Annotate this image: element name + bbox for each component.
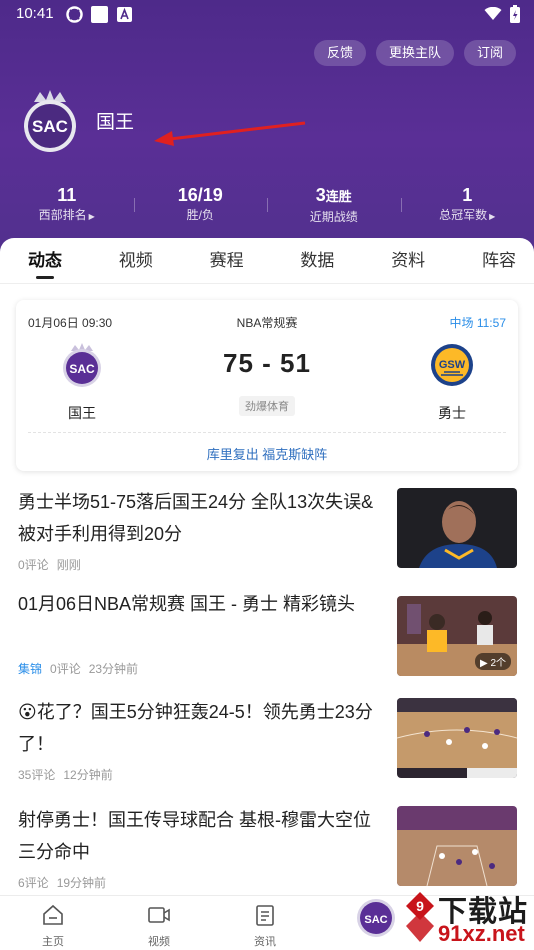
header-actions: 反馈 更换主队 订阅	[313, 40, 516, 66]
nav-label: 视频	[148, 936, 170, 948]
site-watermark: 9 下载站 91xz.net	[404, 888, 534, 950]
subscribe-button[interactable]: 订阅	[463, 40, 516, 66]
home-team-name: 国王	[68, 405, 96, 421]
caret-right-icon: ▶	[489, 212, 496, 221]
video-icon	[148, 907, 170, 923]
team-identity: SAC 国王	[20, 88, 134, 152]
news-icon	[256, 905, 274, 926]
news-thumbnail	[397, 698, 517, 778]
match-headline-link[interactable]: 库里复出 福克斯缺阵	[16, 444, 518, 463]
stat-value: 3连胜	[315, 185, 352, 205]
app-notification-icon	[91, 6, 108, 23]
tab-bar: 动态 视频 赛程 数据 资料 阵容	[0, 238, 534, 284]
news-comments: 35评论	[18, 768, 56, 782]
team-logo[interactable]: SAC	[20, 88, 80, 152]
stat-value: 1	[462, 185, 473, 205]
match-card[interactable]: 01月06日 09:30 NBA常规赛 中场 11:57 SAC 国王 75 -…	[16, 300, 518, 471]
tab-schedule[interactable]: 赛程	[210, 238, 244, 283]
news-time: 19分钟前	[56, 876, 107, 890]
gallery-count-badge: ▶ 2个	[474, 653, 511, 670]
battery-icon	[510, 5, 520, 23]
news-item[interactable]: 射停勇士！国王传导球配合 基根-穆雷大空位三分命中 6评论 19分钟前	[0, 804, 534, 894]
broadcast-source: 劲爆体育	[239, 396, 295, 416]
news-thumbnail: ▶ 2个	[397, 596, 517, 676]
change-team-button[interactable]: 更换主队	[375, 40, 454, 66]
news-item[interactable]: 😮花了？国王5分钟狂轰24-5！领先勇士23分了！ 35评论 12分钟前	[0, 696, 534, 786]
stat-label: 总冠军数 ▶	[439, 208, 496, 222]
tab-videos[interactable]: 视频	[119, 238, 153, 283]
tab-roster[interactable]: 阵容	[482, 238, 516, 283]
wifi-icon	[484, 7, 502, 20]
news-comments: 0评论	[18, 558, 49, 572]
news-time: 23分钟前	[88, 662, 139, 676]
nav-label: 资讯	[254, 936, 276, 948]
news-meta: 集锦 0评论 23分钟前	[18, 660, 138, 677]
nav-news[interactable]: 资讯	[212, 896, 318, 950]
team-nav-logo-text: SAC	[364, 914, 387, 926]
news-time: 12分钟前	[63, 768, 113, 782]
caret-right-icon: ▶	[88, 212, 95, 221]
news-title: 勇士半场51-75落后国王24分 全队13次失误&被对手利用得到20分	[18, 492, 374, 544]
news-title: 😮花了？国王5分钟狂轰24-5！领先勇士23分了！	[18, 702, 373, 754]
card-divider	[28, 432, 506, 433]
match-status: 中场 11:57	[449, 316, 506, 330]
court-photo-icon	[397, 806, 517, 886]
team-stats: 11 西部排名 ▶ 16/19 胜/负 3连胜 近期战绩 1 总冠军数 ▶	[0, 184, 534, 228]
status-time: 10:41	[16, 5, 54, 22]
nav-label: 主页	[42, 936, 64, 948]
stat-recent-form: 3连胜 近期战绩	[267, 184, 401, 228]
stat-label: 近期战绩	[309, 210, 358, 224]
player-photo-icon	[397, 488, 517, 568]
away-team[interactable]: GSW 勇士	[412, 342, 492, 423]
stat-value: 16/19	[177, 185, 223, 205]
stat-value: 11	[57, 185, 77, 205]
home-icon	[43, 904, 63, 925]
font-icon	[117, 7, 132, 22]
news-tag: 集锦	[18, 662, 43, 676]
news-item[interactable]: 01月06日NBA常规赛 国王 - 勇士 精彩镜头 集锦 0评论 23分钟前 ▶…	[0, 588, 534, 678]
news-item[interactable]: 勇士半场51-75落后国王24分 全队13次失误&被对手利用得到20分 0评论 …	[0, 486, 534, 573]
away-logo-text: GSW	[439, 359, 466, 371]
news-title: 01月06日NBA常规赛 国王 - 勇士 精彩镜头	[18, 594, 356, 614]
content-panel: 动态 视频 赛程 数据 资料 阵容 01月06日 09:30 NBA常规赛 中场…	[0, 238, 534, 950]
status-system-icons	[484, 5, 520, 23]
news-meta: 6评论 19分钟前	[18, 874, 106, 891]
status-bar: 10:41	[0, 0, 534, 30]
news-time: 刚刚	[56, 558, 81, 572]
sync-icon	[66, 6, 83, 23]
away-team-logo: GSW	[431, 344, 473, 386]
watermark-url: 91xz.net	[438, 921, 525, 946]
stat-conference-rank[interactable]: 11 西部排名 ▶	[0, 184, 134, 228]
team-name: 国王	[96, 111, 135, 133]
svg-text:9: 9	[416, 898, 424, 914]
news-title: 射停勇士！国王传导球配合 基根-穆雷大空位三分命中	[18, 810, 371, 862]
news-comments: 0评论	[50, 662, 81, 676]
team-nav-logo[interactable]: SAC	[356, 898, 396, 938]
team-header: 10:41 反馈 更换主队 订阅 SAC 国王 11 西部排名▶ 16/19	[0, 0, 534, 252]
stat-label: 西部排名 ▶	[38, 208, 95, 222]
feedback-button[interactable]: 反馈	[313, 40, 366, 66]
stat-championships[interactable]: 1 总冠军数 ▶	[400, 184, 534, 228]
tab-feed[interactable]: 动态	[28, 238, 62, 283]
news-thumbnail	[397, 806, 517, 886]
nav-home[interactable]: 主页	[0, 896, 106, 950]
watermark-logo-icon: 9	[406, 892, 434, 942]
team-logo-text: SAC	[32, 117, 68, 136]
news-comments: 6评论	[18, 876, 49, 890]
stat-label: 胜/负	[186, 208, 214, 222]
news-meta: 0评论 刚刚	[18, 556, 81, 573]
news-thumbnail	[397, 488, 517, 568]
tab-profile[interactable]: 资料	[391, 238, 425, 283]
stat-win-loss: 16/19 胜/负	[133, 184, 268, 228]
news-meta: 35评论 12分钟前	[18, 766, 113, 783]
court-photo-icon	[397, 698, 517, 778]
tab-stats[interactable]: 数据	[300, 238, 334, 283]
status-notification-icons	[66, 6, 133, 23]
away-team-name: 勇士	[438, 405, 466, 421]
match-league: NBA常规赛	[236, 316, 298, 330]
nav-video[interactable]: 视频	[106, 896, 212, 950]
